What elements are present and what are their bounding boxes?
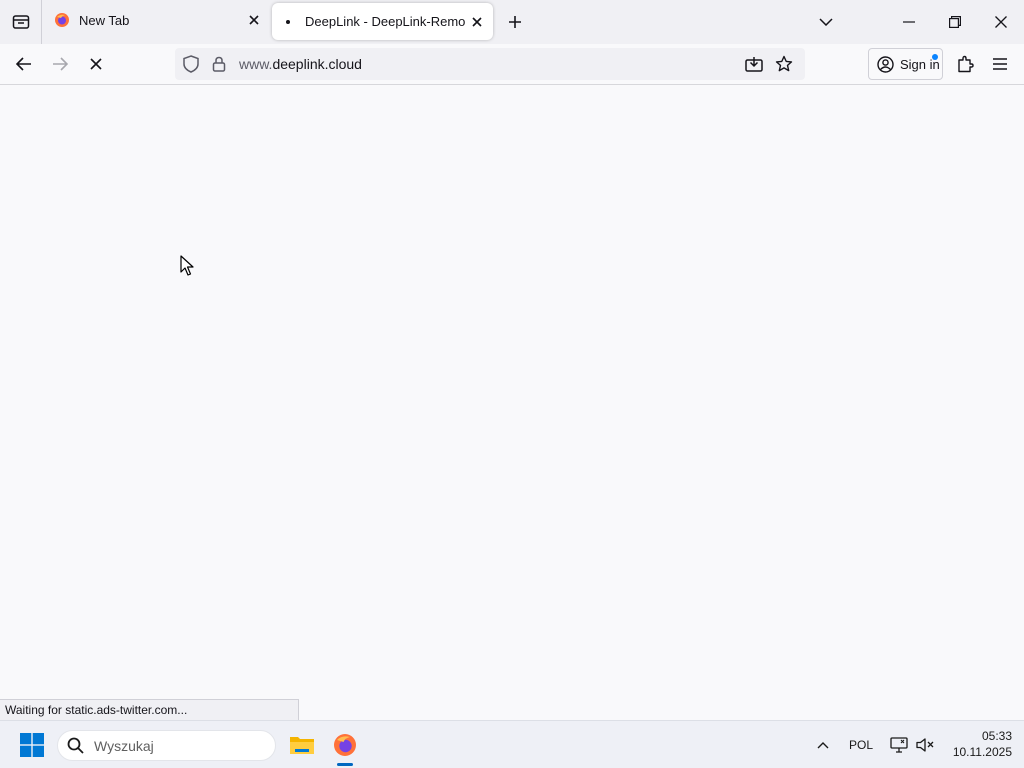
tab-strip: New Tab DeepLink - DeepLink-Remote C <box>0 0 1024 44</box>
hamburger-icon <box>993 58 1007 70</box>
puzzle-icon <box>958 55 974 73</box>
address-bar[interactable]: www.deeplink.cloud <box>175 48 805 80</box>
language-indicator[interactable]: POL <box>842 721 880 768</box>
network-button[interactable] <box>886 721 912 768</box>
speaker-muted-icon <box>916 738 934 752</box>
star-icon[interactable] <box>769 48 799 80</box>
network-icon <box>890 737 908 753</box>
tab-title: New Tab <box>79 12 130 28</box>
loading-dot-icon <box>280 14 296 30</box>
url-text[interactable]: www.deeplink.cloud <box>239 56 739 72</box>
sign-in-button[interactable]: Sign in <box>868 48 943 80</box>
clock[interactable]: 05:33 10.11.2025 <box>942 728 1012 760</box>
chevron-up-icon <box>817 741 829 748</box>
windows-logo-icon <box>20 733 44 757</box>
tab-deeplink[interactable]: DeepLink - DeepLink-Remote C <box>272 3 493 40</box>
notification-dot <box>932 54 938 60</box>
clock-time: 05:33 <box>981 729 1012 743</box>
close-icon <box>995 16 1007 28</box>
restore-button[interactable] <box>932 0 978 44</box>
search-icon <box>67 737 84 754</box>
list-all-tabs-button[interactable] <box>803 0 849 44</box>
arrow-right-icon <box>53 57 68 71</box>
close-tab-icon[interactable] <box>465 10 489 34</box>
status-panel: Waiting for static.ads-twitter.com... <box>0 699 299 720</box>
volume-button[interactable] <box>912 721 938 768</box>
mouse-cursor <box>180 255 194 282</box>
page-content[interactable] <box>0 85 1024 720</box>
tab-title: DeepLink - DeepLink-Remote C <box>305 14 465 29</box>
firefox-icon <box>54 12 70 28</box>
stop-icon <box>90 58 102 70</box>
new-tab-button[interactable] <box>501 8 529 36</box>
search-placeholder: Wyszukaj <box>94 737 154 754</box>
install-app-icon[interactable] <box>739 48 769 80</box>
active-app-indicator <box>337 763 353 766</box>
restore-icon <box>949 16 961 28</box>
start-button[interactable] <box>12 721 52 768</box>
forward-button[interactable] <box>44 48 76 80</box>
taskbar: Wyszukaj POL 05:33 10.11.2025 <box>0 720 1024 768</box>
show-hidden-icons-button[interactable] <box>810 721 836 768</box>
firefox-taskbar-button[interactable] <box>325 721 365 768</box>
firefox-icon <box>334 734 356 756</box>
app-menu-button[interactable] <box>984 48 1016 80</box>
back-button[interactable] <box>8 48 40 80</box>
extensions-button[interactable] <box>949 48 981 80</box>
file-explorer-button[interactable] <box>282 721 322 768</box>
taskbar-search[interactable]: Wyszukaj <box>57 730 276 761</box>
account-icon <box>877 55 894 73</box>
firefox-view-icon <box>12 15 29 29</box>
navigation-toolbar: www.deeplink.cloud Sign in <box>0 44 1024 85</box>
folder-icon <box>290 737 314 754</box>
clock-date: 10.11.2025 <box>952 745 1012 759</box>
tab-new-tab[interactable]: New Tab <box>44 0 270 40</box>
minimize-icon <box>903 21 915 23</box>
stop-button[interactable] <box>80 48 112 80</box>
chevron-down-icon <box>819 18 833 26</box>
url-host: deeplink.cloud <box>272 56 362 72</box>
shield-icon[interactable] <box>177 48 205 80</box>
minimize-button[interactable] <box>886 0 932 44</box>
lock-icon[interactable] <box>205 48 233 80</box>
firefox-view-button[interactable] <box>0 0 42 44</box>
plus-icon <box>509 16 521 28</box>
url-prefix: www. <box>239 56 273 72</box>
close-window-button[interactable] <box>978 0 1024 44</box>
arrow-left-icon <box>16 57 31 71</box>
close-tab-icon[interactable] <box>242 8 266 32</box>
